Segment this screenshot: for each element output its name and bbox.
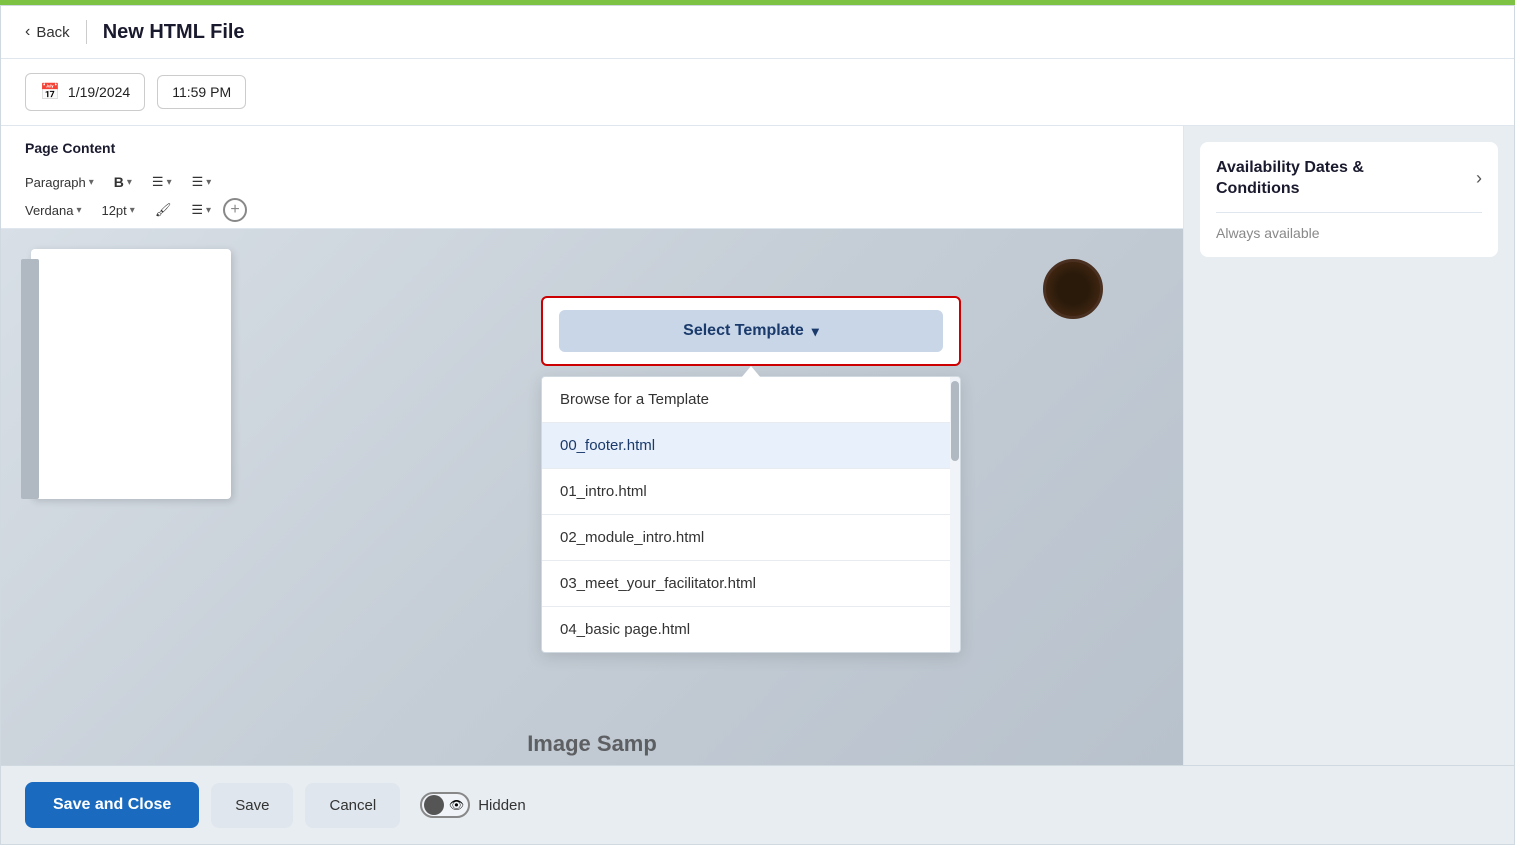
page-title: New HTML File	[103, 21, 245, 44]
font-chevron-icon: ▾	[76, 205, 81, 216]
list-chevron-icon: ▾	[206, 177, 211, 188]
calendar-icon: 📅	[40, 82, 60, 102]
font-label: Verdana	[25, 203, 73, 218]
date-field[interactable]: 📅 1/19/2024	[25, 73, 145, 111]
sidebar: Availability Dates &Conditions › Always …	[1184, 126, 1514, 765]
paint-icon: 🖌	[155, 202, 172, 218]
eye-icon: 👁	[449, 798, 464, 812]
toggle-knob	[424, 795, 444, 815]
page-content-label: Page Content	[1, 126, 1183, 164]
font-select[interactable]: Verdana ▾	[17, 199, 89, 222]
dropdown-scrollbar[interactable]	[950, 377, 960, 652]
back-arrow-icon: ‹	[25, 23, 30, 41]
plus-icon: +	[230, 201, 239, 219]
time-value: 11:59 PM	[172, 84, 231, 100]
template-footer-label: 00_footer.html	[560, 437, 655, 454]
cancel-button[interactable]: Cancel	[305, 783, 400, 828]
align-icon: ☰	[152, 174, 164, 190]
list-button[interactable]: ☰ ▾	[184, 170, 220, 194]
template-facilitator-label: 03_meet_your_facilitator.html	[560, 575, 756, 592]
availability-chevron-icon[interactable]: ›	[1476, 168, 1482, 189]
size-chevron-icon: ▾	[130, 205, 135, 216]
back-label: Back	[36, 24, 69, 41]
browse-template-label: Browse for a Template	[560, 391, 709, 408]
availability-section-header: Availability Dates &Conditions ›	[1216, 158, 1482, 200]
toolbar: Paragraph ▾ B ▾ ☰ ▾ ☰ ▾	[1, 164, 1183, 229]
dropdown-triangle	[741, 366, 761, 378]
browse-template-item[interactable]: Browse for a Template	[542, 377, 960, 423]
align-chevron-icon: ▾	[167, 177, 172, 188]
content-area: Page Content Paragraph ▾ B ▾ ☰ ▾	[1, 126, 1514, 765]
size-label: 12pt	[101, 203, 126, 218]
template-basic-label: 04_basic page.html	[560, 621, 690, 638]
footer: Save and Close Save Cancel 👁 Hidden	[1, 765, 1514, 844]
add-content-button[interactable]: +	[223, 198, 247, 222]
select-template-container: Select Template ▾	[541, 296, 961, 366]
hidden-toggle-container: 👁 Hidden	[420, 792, 526, 818]
save-close-button[interactable]: Save and Close	[25, 782, 199, 828]
paragraph-select[interactable]: Paragraph ▾	[17, 171, 102, 194]
template-item-intro[interactable]: 01_intro.html	[542, 469, 960, 515]
bold-button[interactable]: B ▾	[106, 170, 140, 194]
availability-section-title: Availability Dates &Conditions	[1216, 158, 1364, 200]
header-divider	[86, 20, 87, 44]
back-button[interactable]: ‹ Back	[25, 23, 70, 41]
dropdown-list: Browse for a Template 00_footer.html 01_…	[541, 376, 961, 653]
list-icon: ☰	[192, 174, 204, 190]
select-template-label: Select Template	[683, 322, 804, 340]
template-module-intro-label: 02_module_intro.html	[560, 529, 704, 546]
toolbar-row-2: Verdana ▾ 12pt ▾ 🖌 ☰ ▾ +	[17, 198, 1167, 222]
paragraph-chevron-icon: ▾	[89, 177, 94, 188]
template-item-footer[interactable]: 00_footer.html	[542, 423, 960, 469]
save-button[interactable]: Save	[211, 783, 293, 828]
coffee-cup-decoration	[1043, 259, 1103, 319]
sidebar-divider	[1216, 212, 1482, 213]
image-caption: Image Samp	[527, 731, 657, 757]
align-button[interactable]: ☰ ▾	[144, 170, 180, 194]
date-value: 1/19/2024	[68, 84, 130, 100]
more-format-icon: ☰	[191, 202, 203, 218]
template-item-module-intro[interactable]: 02_module_intro.html	[542, 515, 960, 561]
hidden-toggle[interactable]: 👁	[420, 792, 470, 818]
paint-button[interactable]: 🖌	[147, 198, 180, 222]
size-select[interactable]: 12pt ▾	[93, 199, 142, 222]
paragraph-label: Paragraph	[25, 175, 86, 190]
header: ‹ Back New HTML File	[1, 6, 1514, 59]
select-template-chevron-icon: ▾	[812, 323, 819, 340]
hidden-label: Hidden	[478, 797, 526, 814]
main-container: ‹ Back New HTML File 📅 1/19/2024 11:59 P…	[0, 5, 1515, 845]
dropdown-overlay: Select Template ▾ Browse for a Template …	[541, 296, 961, 653]
template-item-basic[interactable]: 04_basic page.html	[542, 607, 960, 652]
bold-chevron-icon: ▾	[127, 177, 132, 188]
scrollbar-thumb	[951, 381, 959, 461]
template-item-facilitator[interactable]: 03_meet_your_facilitator.html	[542, 561, 960, 607]
toolbar-row-1: Paragraph ▾ B ▾ ☰ ▾ ☰ ▾	[17, 170, 1167, 194]
time-field[interactable]: 11:59 PM	[157, 75, 246, 109]
bold-icon: B	[114, 174, 124, 190]
select-template-button[interactable]: Select Template ▾	[559, 310, 943, 352]
availability-value: Always available	[1216, 225, 1482, 241]
availability-section: Availability Dates &Conditions › Always …	[1200, 142, 1498, 257]
editor-panel: Page Content Paragraph ▾ B ▾ ☰ ▾	[1, 126, 1184, 765]
more-format-button[interactable]: ☰ ▾	[183, 198, 219, 222]
datetime-row: 📅 1/19/2024 11:59 PM	[1, 59, 1514, 126]
template-intro-label: 01_intro.html	[560, 483, 647, 500]
more-chevron-icon: ▾	[206, 205, 211, 216]
